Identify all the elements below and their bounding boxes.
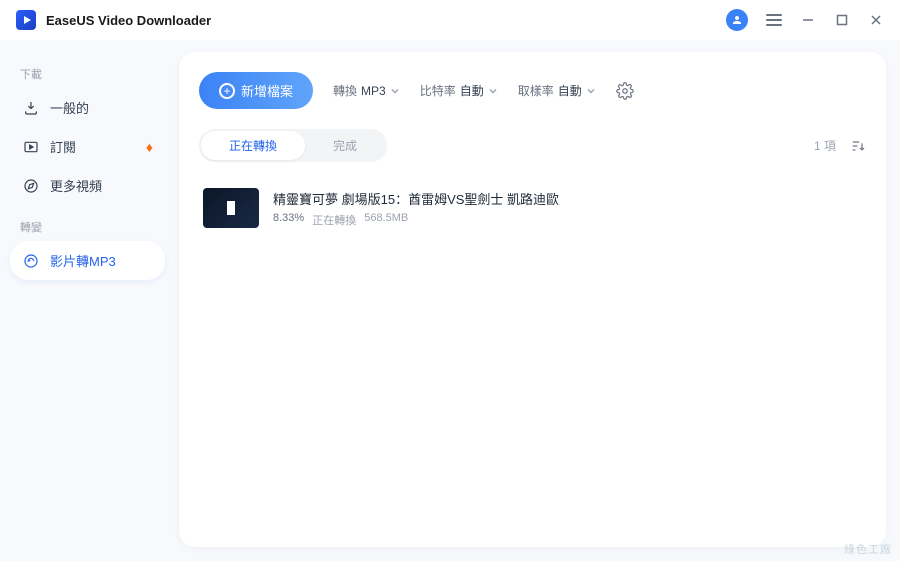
download-icon [22,99,40,117]
sort-button[interactable] [850,138,866,154]
sidebar-item-more-videos[interactable]: 更多視頻 [10,166,165,205]
tab-converting[interactable]: 正在轉換 [201,131,305,160]
samplerate-dropdown[interactable]: 取樣率自動 [518,82,596,99]
item-status: 正在轉換 [312,212,356,228]
convert-format-dropdown[interactable]: 轉換MP3 [333,82,400,99]
add-button-label: 新增檔案 [241,81,293,100]
tabs: 正在轉換 完成 [199,129,387,162]
close-button[interactable] [868,12,884,28]
sidebar-item-label: 訂閱 [50,137,76,156]
item-count: 1 項 [814,137,836,154]
convert-icon [22,252,40,270]
bitrate-dropdown[interactable]: 比特率自動 [420,82,498,99]
list-item[interactable]: 精靈寶可夢 劇場版15：酋雷姆VS聖劍士 凱路迪歐 8.33% 正在轉換 568… [199,180,866,236]
menu-icon[interactable] [766,14,782,26]
sidebar-section-download: 下載 [10,60,165,88]
video-thumbnail [203,188,259,228]
app-logo-icon [16,10,36,30]
item-percent: 8.33% [273,212,304,228]
sidebar: 下載 一般的 訂閱 ♦ 更多視頻 轉變 影片轉MP3 [0,40,175,561]
sidebar-item-video-to-mp3[interactable]: 影片轉MP3 [10,241,165,280]
tabs-row: 正在轉換 完成 1 項 [199,129,866,162]
sidebar-item-general[interactable]: 一般的 [10,88,165,127]
sidebar-item-subscribe[interactable]: 訂閱 ♦ [10,127,165,166]
item-title: 精靈寶可夢 劇場版15：酋雷姆VS聖劍士 凱路迪歐 [273,189,862,208]
sidebar-item-label: 影片轉MP3 [50,251,116,270]
conversion-list: 精靈寶可夢 劇場版15：酋雷姆VS聖劍士 凱路迪歐 8.33% 正在轉換 568… [199,180,866,236]
chevron-down-icon [488,86,498,96]
maximize-button[interactable] [834,12,850,28]
plus-circle-icon: + [219,83,235,99]
toolbar: + 新增檔案 轉換MP3 比特率自動 取樣率自動 [199,68,866,121]
chevron-down-icon [390,86,400,96]
explore-icon [22,177,40,195]
tab-completed[interactable]: 完成 [305,131,385,160]
sidebar-section-convert: 轉變 [10,213,165,241]
titlebar: EaseUS Video Downloader [0,0,900,40]
play-box-icon [22,138,40,156]
main-panel: + 新增檔案 轉換MP3 比特率自動 取樣率自動 [179,52,886,547]
sidebar-item-label: 一般的 [50,98,89,117]
chevron-down-icon [586,86,596,96]
watermark: 綠色工廠 [844,541,892,557]
item-info: 精靈寶可夢 劇場版15：酋雷姆VS聖劍士 凱路迪歐 8.33% 正在轉換 568… [273,189,862,228]
sidebar-item-label: 更多視頻 [50,176,102,195]
item-size: 568.5MB [364,212,408,228]
fire-icon: ♦ [146,139,153,155]
window-controls [726,9,884,31]
add-file-button[interactable]: + 新增檔案 [199,72,313,109]
minimize-button[interactable] [800,12,816,28]
app-title: EaseUS Video Downloader [46,13,211,28]
settings-button[interactable] [616,82,634,100]
user-account-icon[interactable] [726,9,748,31]
